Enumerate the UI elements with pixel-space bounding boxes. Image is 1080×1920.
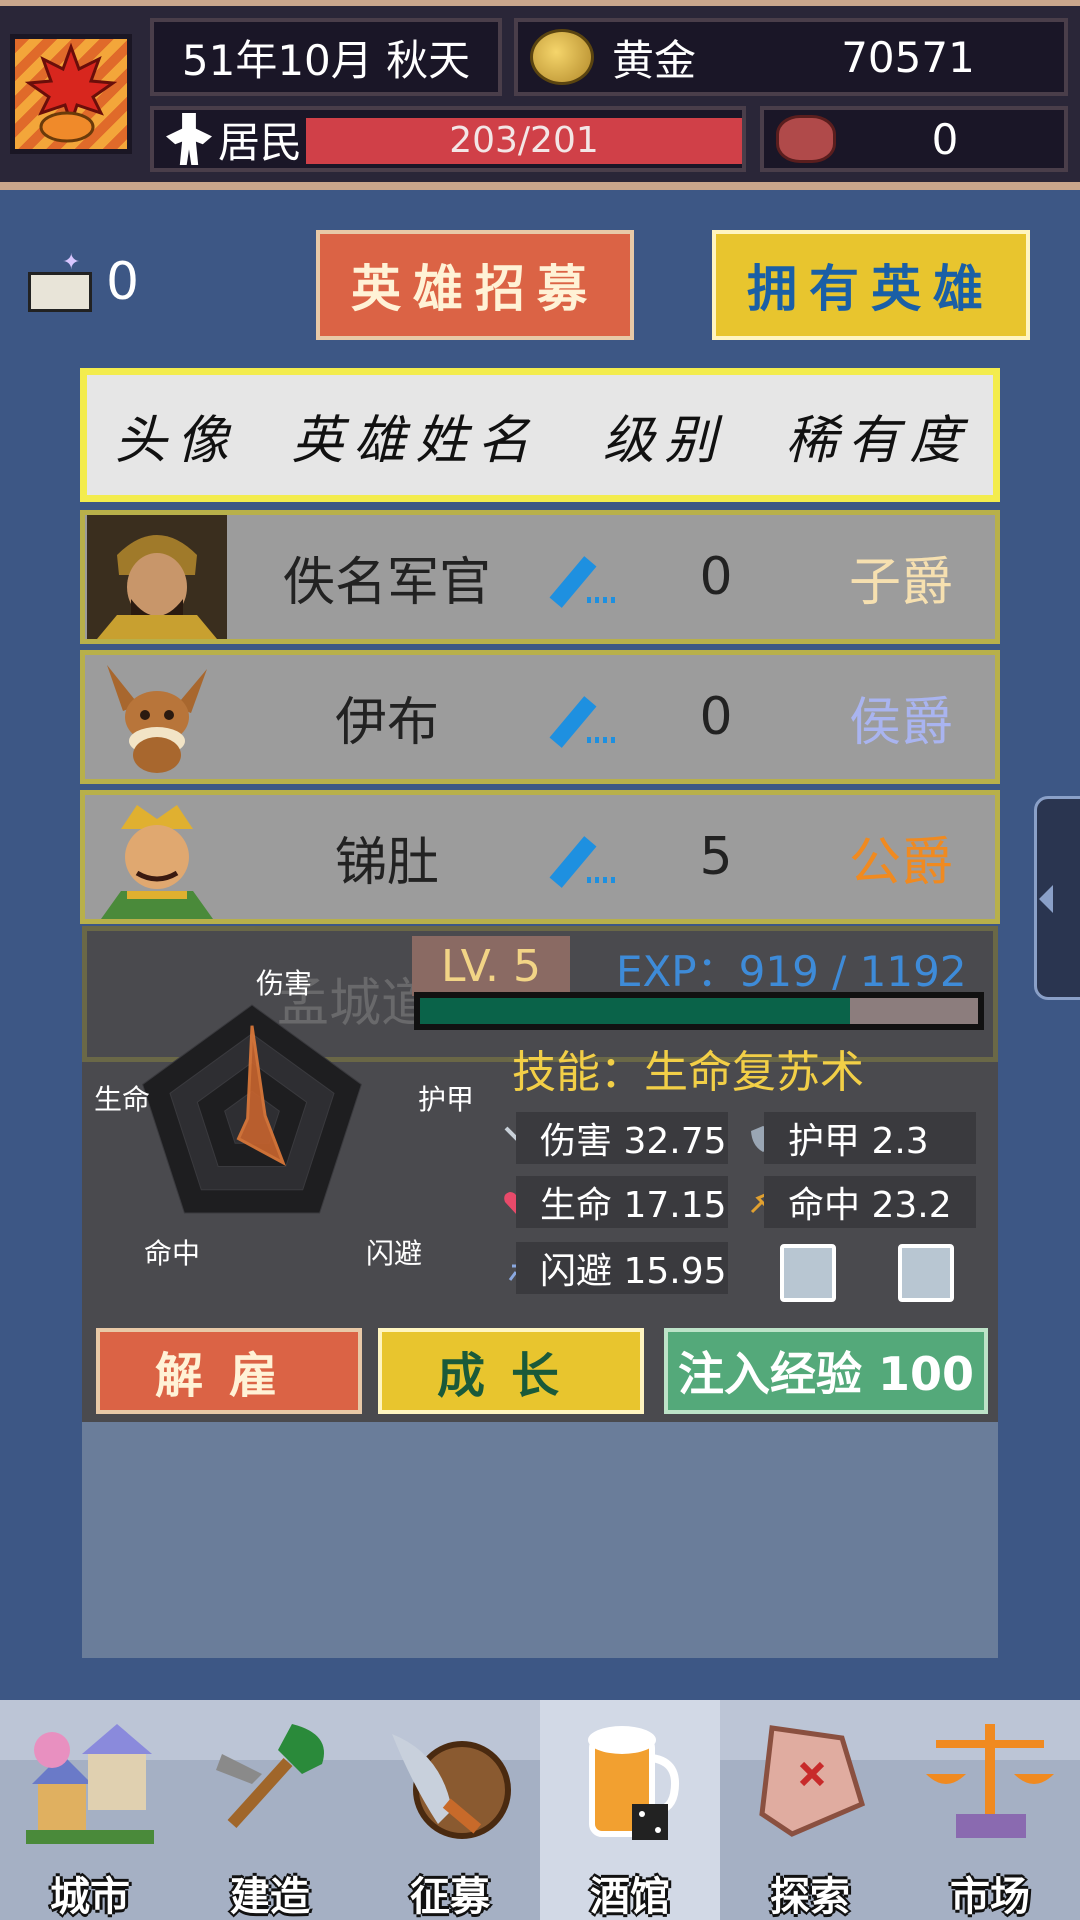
game-date: 51年10月 秋天 — [150, 18, 502, 96]
shovel-icon — [216, 1724, 324, 1829]
equipment-slot-1[interactable] — [780, 1244, 836, 1302]
grow-hero-button[interactable]: 成长 — [378, 1328, 644, 1414]
radar-label-hit: 命中 — [144, 1237, 201, 1270]
ticket-count: 0 — [106, 252, 140, 312]
sword-shield-icon — [392, 1734, 511, 1839]
beer-mug-icon — [588, 1726, 679, 1840]
stat-armor: 护甲 2.3 — [764, 1112, 976, 1164]
meat-resource: 0 — [760, 106, 1068, 172]
hero-avatar-eevee — [87, 655, 227, 779]
nav-build[interactable]: 建造 — [180, 1700, 360, 1920]
nav-tavern[interactable]: 酒馆 — [540, 1700, 720, 1920]
hero-avatar-officer — [87, 515, 227, 639]
nav-tavern-label: 酒馆 — [590, 1874, 670, 1920]
owned-heroes-button[interactable]: 拥有英雄 — [712, 230, 1030, 340]
city-icon — [26, 1724, 154, 1844]
dismiss-hero-button[interactable]: 解雇 — [96, 1328, 362, 1414]
hero-detail-panel-lower — [82, 1422, 998, 1658]
side-panel-handle[interactable] — [1034, 796, 1080, 1000]
hero-rarity: 子爵 — [848, 552, 953, 613]
nav-explore[interactable]: 探索 — [720, 1700, 900, 1920]
bottom-navigation: 城市 建造 征募 酒馆 探索 市场 — [0, 1700, 1080, 1920]
hero-name: 伊布 — [334, 692, 439, 753]
stat-dodge: 闪避 15.95 — [516, 1242, 728, 1294]
gold-resource: 黄金 70571 — [514, 18, 1068, 96]
stat-hit: 命中 23.2 — [764, 1176, 976, 1228]
radar-label-dodge: 闪避 — [366, 1237, 423, 1270]
nav-recruit-label: 征募 — [410, 1874, 490, 1920]
nav-market[interactable]: 市场 — [900, 1700, 1080, 1920]
nav-build-label: 建造 — [230, 1874, 310, 1920]
hero-name: 佚名军官 — [282, 552, 491, 613]
hero-rarity: 侯爵 — [848, 692, 953, 753]
recruit-ticket-icon: ✦ — [22, 246, 100, 316]
stat-life: 生命 17.15 — [516, 1176, 728, 1228]
header-name: 英雄姓名 — [291, 410, 540, 471]
map-icon — [759, 1725, 866, 1837]
nav-recruit[interactable]: 征募 — [360, 1700, 540, 1920]
person-icon — [166, 113, 212, 165]
gold-value: 70571 — [841, 32, 975, 82]
equipment-slot-2[interactable] — [898, 1244, 954, 1302]
exp-text: EXP：919 / 1192 — [616, 947, 967, 996]
meat-value: 0 — [931, 114, 959, 164]
hero-avatar-general — [87, 795, 227, 919]
gold-label: 黄金 — [612, 35, 697, 85]
edit-name-pencil-icon[interactable] — [557, 545, 621, 609]
hero-name: 锑肚 — [334, 832, 439, 893]
nav-explore-label: 探索 — [770, 1874, 850, 1920]
hero-skill: 技能：生命复苏术 — [512, 1047, 864, 1098]
header-avatar: 头像 — [114, 410, 239, 471]
hero-table-header: 头像 英雄姓名 级别 稀有度 — [80, 368, 1000, 502]
hero-row[interactable]: 伊布 0 侯爵 — [80, 650, 1000, 784]
population-label: 居民 — [218, 117, 303, 167]
inject-exp-button[interactable]: 注入经验 100 — [664, 1328, 988, 1414]
hero-level: 5 — [699, 827, 733, 887]
meat-icon — [776, 115, 836, 163]
hero-level-badge: LV. 5 — [412, 936, 570, 996]
edit-name-pencil-icon[interactable] — [557, 685, 621, 749]
hero-recruit-button[interactable]: 英雄招募 — [316, 230, 634, 340]
population-resource: 居民 203/201 — [150, 106, 746, 172]
gold-coin-icon — [530, 29, 594, 85]
scales-icon — [926, 1724, 1054, 1838]
season-autumn-icon[interactable] — [10, 34, 132, 154]
radar-label-damage: 伤害 — [256, 967, 313, 1000]
population-bar: 203/201 — [306, 118, 742, 164]
nav-market-label: 市场 — [950, 1874, 1030, 1920]
hero-level: 0 — [699, 687, 733, 747]
hero-level: 0 — [699, 547, 733, 607]
top-status-bar: 51年10月 秋天 黄金 70571 居民 203/201 0 — [0, 0, 1080, 190]
hero-row[interactable]: 佚名军官 0 子爵 — [80, 510, 1000, 644]
hero-rarity: 公爵 — [848, 832, 953, 893]
stat-damage: 伤害 32.75 — [516, 1112, 728, 1164]
radar-label-armor: 护甲 — [418, 1083, 475, 1116]
exp-bar-fill — [420, 998, 851, 1024]
radar-label-life: 生命 — [94, 1083, 151, 1116]
nav-city[interactable]: 城市 — [0, 1700, 180, 1920]
exp-bar — [414, 992, 984, 1030]
nav-city-label: 城市 — [50, 1874, 130, 1920]
header-rarity: 稀有度 — [785, 410, 972, 471]
population-value: 203/201 — [449, 120, 599, 161]
header-level: 级别 — [602, 410, 727, 471]
edit-name-pencil-icon[interactable] — [557, 825, 621, 889]
hero-row[interactable]: 锑肚 5 公爵 — [80, 790, 1000, 924]
